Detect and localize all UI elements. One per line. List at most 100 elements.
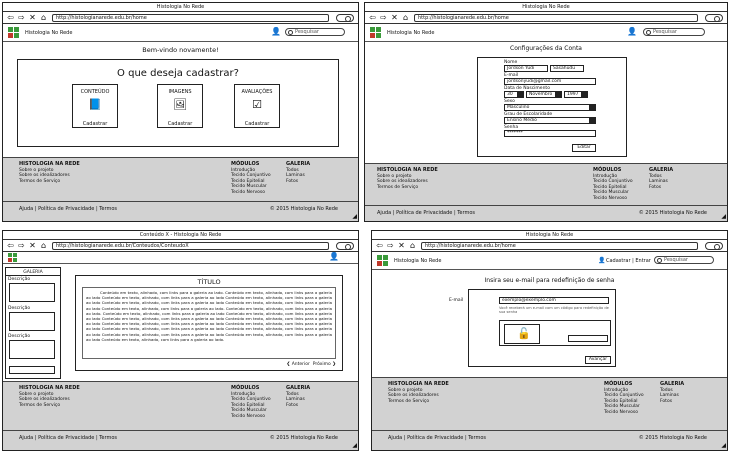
site-logo[interactable]: [377, 254, 389, 267]
window-title: Conteúdo X - Histologia No Rede: [3, 231, 358, 240]
card-content[interactable]: CONTEÚDO 📘 Cadastrar: [72, 84, 118, 128]
forward-arrow-icon[interactable]: ⇨: [17, 13, 26, 22]
browser-search-icon[interactable]: [705, 242, 723, 250]
unlock-icon: 🔓: [517, 327, 531, 340]
back-arrow-icon[interactable]: ⇦: [368, 13, 377, 22]
home-icon[interactable]: ⌂: [401, 13, 410, 22]
footer-link[interactable]: Termos de Serviço: [388, 399, 449, 405]
password-field[interactable]: *******: [504, 130, 596, 137]
sex-select[interactable]: Masculino: [504, 104, 596, 111]
close-icon[interactable]: ✕: [390, 13, 399, 22]
email-field[interactable]: jordsonyudi@gmail.com: [504, 78, 596, 85]
site-logo[interactable]: [370, 26, 382, 39]
image-icon: 🖼: [173, 98, 187, 111]
card-evaluations[interactable]: AVALIAÇÕES ☑ Cadastrar: [234, 84, 280, 128]
window-title: Histologia No Rede: [365, 3, 727, 12]
cadastrar-content-button[interactable]: Cadastrar: [73, 121, 117, 127]
browser-search-icon[interactable]: [336, 242, 354, 250]
cadastrar-evaluations-button[interactable]: Cadastrar: [235, 121, 279, 127]
user-icon[interactable]: 👤: [329, 253, 339, 261]
site-header: Histologia No Rede 👤 Pesquisar: [365, 24, 727, 42]
close-icon[interactable]: ✕: [397, 241, 406, 250]
module-link[interactable]: Tecido Conjuntivo: [604, 393, 644, 399]
back-arrow-icon[interactable]: ⇦: [6, 13, 15, 22]
home-icon[interactable]: ⌂: [39, 241, 48, 250]
module-link[interactable]: Tecido Conjuntivo: [231, 173, 271, 179]
user-icon[interactable]: 👤: [598, 257, 605, 265]
article-text: Conteúdo em texto, alinhado, com links p…: [86, 290, 332, 342]
footer-bottom-links[interactable]: Ajuda | Política de Privacidade | Termos: [377, 210, 475, 217]
resize-grip-icon[interactable]: ◢: [721, 214, 726, 220]
footer-brand: HISTOLOGIA NA REDE: [19, 161, 80, 167]
gallery-image[interactable]: [9, 340, 55, 359]
back-arrow-icon[interactable]: ⇦: [6, 241, 15, 250]
card-images[interactable]: IMAGENS 🖼 Cadastrar: [157, 84, 203, 128]
auth-links[interactable]: Cadastrar | Entrar: [606, 258, 651, 264]
next-button[interactable]: Avançar: [585, 356, 611, 364]
first-name-field[interactable]: Jordson Yudi: [504, 65, 548, 72]
email-field[interactable]: exemplo@exemplo.com: [499, 297, 609, 304]
captcha-input[interactable]: [568, 335, 608, 342]
search-input[interactable]: Pesquisar: [654, 256, 714, 264]
edit-button[interactable]: Editar: [572, 144, 596, 152]
user-icon[interactable]: 👤: [627, 28, 637, 36]
gallery-link[interactable]: Fotos: [286, 179, 310, 185]
register-question: O que deseja cadastrar?: [117, 68, 239, 79]
gallery-link[interactable]: Fotos: [286, 403, 310, 409]
reset-hint: Você receberá um e-mail com um código pa…: [499, 306, 609, 315]
gallery-image[interactable]: [9, 312, 55, 331]
footer-bottom-links[interactable]: Ajuda | Política de Privacidade | Termos: [19, 435, 117, 442]
month-select[interactable]: Novembro: [526, 91, 562, 98]
module-link[interactable]: Tecido Nervoso: [604, 410, 644, 416]
forward-arrow-icon[interactable]: ⇨: [386, 241, 395, 250]
site-name: Histologia No Rede: [387, 29, 435, 36]
gallery-image[interactable]: [9, 283, 55, 302]
resize-grip-icon[interactable]: ◢: [352, 443, 357, 449]
last-name-field[interactable]: Sasahudu: [550, 65, 584, 72]
home-icon[interactable]: ⌂: [39, 13, 48, 22]
resize-grip-icon[interactable]: ◢: [721, 443, 726, 449]
cadastrar-images-button[interactable]: Cadastrar: [158, 121, 202, 127]
next-button[interactable]: Próximo ❯: [313, 362, 336, 367]
search-input[interactable]: Pesquisar: [643, 28, 705, 36]
close-icon[interactable]: ✕: [28, 241, 37, 250]
day-select[interactable]: 30: [504, 91, 524, 98]
address-bar[interactable]: http://histologianarede.edu.br/Conteudos…: [52, 241, 329, 250]
module-link[interactable]: Tecido Nervoso: [593, 196, 633, 202]
home-icon[interactable]: ⌂: [408, 241, 417, 250]
gallery-link[interactable]: Fotos: [660, 399, 684, 405]
footer-link[interactable]: Termos de Serviço: [19, 403, 80, 409]
address-bar[interactable]: http://histologianarede.edu.br/home: [52, 13, 329, 22]
site-name: Histologia No Rede: [394, 257, 442, 264]
article-body: Conteúdo em texto, alinhado, com links p…: [82, 287, 336, 359]
forward-arrow-icon[interactable]: ⇨: [17, 241, 26, 250]
copyright: © 2015 Histologia No Rede: [638, 210, 707, 216]
browser-search-icon[interactable]: [336, 14, 354, 22]
year-select[interactable]: 1997: [564, 91, 588, 98]
footer-bottom-links[interactable]: Ajuda | Política de Privacidade | Termos: [388, 435, 486, 442]
search-input[interactable]: Pesquisar: [285, 28, 345, 36]
footer-gallery-title: GALERIA: [660, 381, 685, 387]
footer-link[interactable]: Termos de Serviço: [19, 179, 80, 185]
footer-bottom-links[interactable]: Ajuda | Política de Privacidade | Termos: [19, 206, 117, 213]
resize-grip-icon[interactable]: ◢: [352, 214, 357, 220]
site-logo[interactable]: [8, 252, 18, 263]
module-link[interactable]: Tecido Nervoso: [231, 414, 271, 420]
user-icon[interactable]: 👤: [271, 28, 281, 36]
browser-search-icon[interactable]: [705, 14, 723, 22]
module-link[interactable]: Tecido Nervoso: [231, 190, 271, 196]
education-select[interactable]: Ensino Médio: [504, 117, 596, 124]
close-icon[interactable]: ✕: [28, 13, 37, 22]
footer-link[interactable]: Termos de Serviço: [377, 185, 438, 191]
address-bar[interactable]: http://histologianarede.edu.br/home: [421, 241, 698, 250]
module-link[interactable]: Tecido Conjuntivo: [231, 397, 271, 403]
module-link[interactable]: Tecido Conjuntivo: [593, 179, 633, 185]
prev-button[interactable]: ❮ Anterior: [286, 362, 309, 367]
gallery-link[interactable]: Fotos: [649, 185, 673, 191]
address-bar[interactable]: http://histologianarede.edu.br/home: [414, 13, 698, 22]
forward-arrow-icon[interactable]: ⇨: [379, 13, 388, 22]
back-arrow-icon[interactable]: ⇦: [375, 241, 384, 250]
site-logo[interactable]: [8, 26, 20, 39]
copyright: © 2015 Histologia No Rede: [269, 206, 338, 212]
gallery-image[interactable]: [9, 366, 55, 374]
